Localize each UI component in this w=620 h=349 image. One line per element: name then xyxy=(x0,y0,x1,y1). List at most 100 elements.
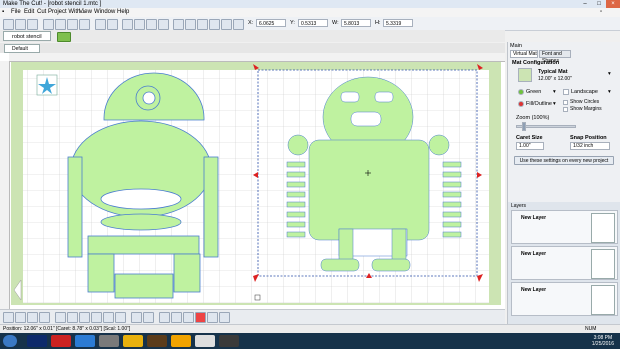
align-bottom-icon[interactable] xyxy=(115,312,126,323)
app-icon[interactable] xyxy=(99,335,119,347)
color-dropdown-icon[interactable]: ▾ xyxy=(553,89,556,95)
delete-icon[interactable] xyxy=(79,19,90,30)
weld-icon[interactable] xyxy=(233,19,244,30)
folder-icon[interactable] xyxy=(147,335,167,347)
menu-help[interactable]: Help xyxy=(117,8,129,17)
open-icon[interactable] xyxy=(15,19,26,30)
y-label: Y: xyxy=(290,20,295,26)
zoom-slider-thumb[interactable] xyxy=(522,122,526,131)
text-tool-icon[interactable] xyxy=(171,312,182,323)
color-label[interactable]: Green xyxy=(526,89,541,95)
ungroup-icon[interactable] xyxy=(143,312,154,323)
mirror-icon[interactable] xyxy=(39,312,50,323)
fill-dropdown-icon[interactable]: ▾ xyxy=(553,101,556,107)
chrome-icon[interactable] xyxy=(123,335,143,347)
rotate-left-icon[interactable] xyxy=(15,312,26,323)
refresh-icon[interactable] xyxy=(173,19,184,30)
flip-icon[interactable] xyxy=(221,19,232,30)
h-field[interactable]: 5.3319 xyxy=(383,19,413,27)
bottom-tool-strip xyxy=(0,309,505,325)
panel-header: Main xyxy=(510,43,522,49)
minimize-icon[interactable]: – xyxy=(578,0,592,8)
zoom-out-icon[interactable] xyxy=(134,19,145,30)
show-circles-checkbox[interactable] xyxy=(563,100,568,105)
layer-item-3[interactable]: New Layer xyxy=(511,282,618,316)
page-tab-row xyxy=(0,43,505,53)
tab-virtual-mat[interactable]: Virtual Mat xyxy=(510,50,538,58)
menu-file[interactable]: File xyxy=(11,8,21,17)
copy-icon[interactable] xyxy=(55,19,66,30)
fill-outline-icon xyxy=(518,101,524,107)
save-icon[interactable] xyxy=(27,19,38,30)
paste-icon[interactable] xyxy=(67,19,78,30)
align-right-icon[interactable] xyxy=(79,312,90,323)
orientation-dropdown-icon[interactable]: ▾ xyxy=(608,89,611,95)
snap-position-select[interactable]: 1/32 inch xyxy=(570,142,610,150)
fill-outline-label[interactable]: Fill/Outline xyxy=(526,101,552,107)
eraser-icon[interactable] xyxy=(207,312,218,323)
cut-icon[interactable] xyxy=(43,19,54,30)
layer-name: New Layer xyxy=(521,215,547,221)
document-tab-row xyxy=(0,30,505,42)
zoom-in-icon[interactable] xyxy=(122,19,133,30)
photoshop-icon[interactable] xyxy=(27,335,47,347)
layer-thumbnail xyxy=(591,213,615,243)
menu-view[interactable]: View xyxy=(79,8,92,17)
makethecut-icon[interactable] xyxy=(195,335,215,347)
app-icon-2[interactable] xyxy=(219,335,239,347)
layer-item-1[interactable]: New Layer xyxy=(511,210,618,244)
menu-window[interactable]: Window xyxy=(94,8,115,17)
y-field[interactable]: 0.5313 xyxy=(298,19,328,27)
layer-thumbnail xyxy=(591,285,615,315)
restore-icon[interactable]: ▫ xyxy=(600,8,602,17)
undo-icon[interactable] xyxy=(95,19,106,30)
align-left-icon[interactable] xyxy=(55,312,66,323)
mat-preview xyxy=(518,68,532,82)
page-tab-default[interactable]: Default Page xyxy=(4,44,40,61)
align-middle-icon[interactable] xyxy=(103,312,114,323)
add-page-button[interactable] xyxy=(57,32,71,42)
explorer-icon[interactable] xyxy=(75,335,95,347)
align-icon[interactable] xyxy=(209,19,220,30)
document-tab[interactable]: robot stencil 1.mtc * xyxy=(3,31,51,50)
mat-logo-icon xyxy=(36,74,58,96)
mat-size: 12.00" x 12.00" xyxy=(538,76,572,82)
illustrator-icon[interactable] xyxy=(171,335,191,347)
acrobat-icon[interactable] xyxy=(51,335,71,347)
align-center-icon[interactable] xyxy=(67,312,78,323)
resize-handle[interactable] xyxy=(254,294,261,301)
close-icon[interactable]: × xyxy=(606,0,620,8)
app-menu-icon[interactable]: ▪ xyxy=(2,8,4,17)
orientation-label[interactable]: Landscape xyxy=(571,89,598,95)
knife-icon[interactable] xyxy=(219,312,230,323)
select-all-icon[interactable] xyxy=(185,19,196,30)
fill-color-icon[interactable] xyxy=(195,312,206,323)
clock[interactable]: 3:08 PM 1/25/2016 xyxy=(592,335,614,347)
w-field[interactable]: 5.8013 xyxy=(341,19,371,27)
new-icon[interactable] xyxy=(3,19,14,30)
menu-edit[interactable]: Edit xyxy=(24,8,34,17)
zoom-fit-icon[interactable] xyxy=(146,19,157,30)
align-top-icon[interactable] xyxy=(91,312,102,323)
maximize-icon[interactable]: □ xyxy=(592,0,606,8)
tab-font-and-shapes[interactable]: Font and Shapes xyxy=(539,50,571,64)
group-icon[interactable] xyxy=(131,312,142,323)
node-edit-icon[interactable] xyxy=(3,312,14,323)
window-title: Make The Cut! - [robot stencil 1.mtc ] xyxy=(3,1,102,7)
caret-size-field[interactable]: 1.00" xyxy=(516,142,544,150)
redo-icon[interactable] xyxy=(107,19,118,30)
virtual-mat[interactable] xyxy=(11,62,501,305)
x-field[interactable]: 6.0625 xyxy=(256,19,286,27)
apply-settings-button[interactable]: Use these settings on every new project xyxy=(514,156,614,165)
shape-tool-icon[interactable] xyxy=(159,312,170,323)
pan-icon[interactable] xyxy=(158,19,169,30)
toolbar: X: 6.0625 Y: 0.5313 W: 5.8013 H: 5.3319 xyxy=(0,17,620,31)
mat-dropdown-icon[interactable]: ▾ xyxy=(608,71,611,77)
show-margins-checkbox[interactable] xyxy=(563,107,568,112)
layer-item-2[interactable]: New Layer xyxy=(511,246,618,280)
grid-icon[interactable] xyxy=(197,19,208,30)
mat-name: Typical Mat xyxy=(538,69,568,75)
pen-tool-icon[interactable] xyxy=(183,312,194,323)
rotate-right-icon[interactable] xyxy=(27,312,38,323)
start-button[interactable] xyxy=(3,335,17,347)
